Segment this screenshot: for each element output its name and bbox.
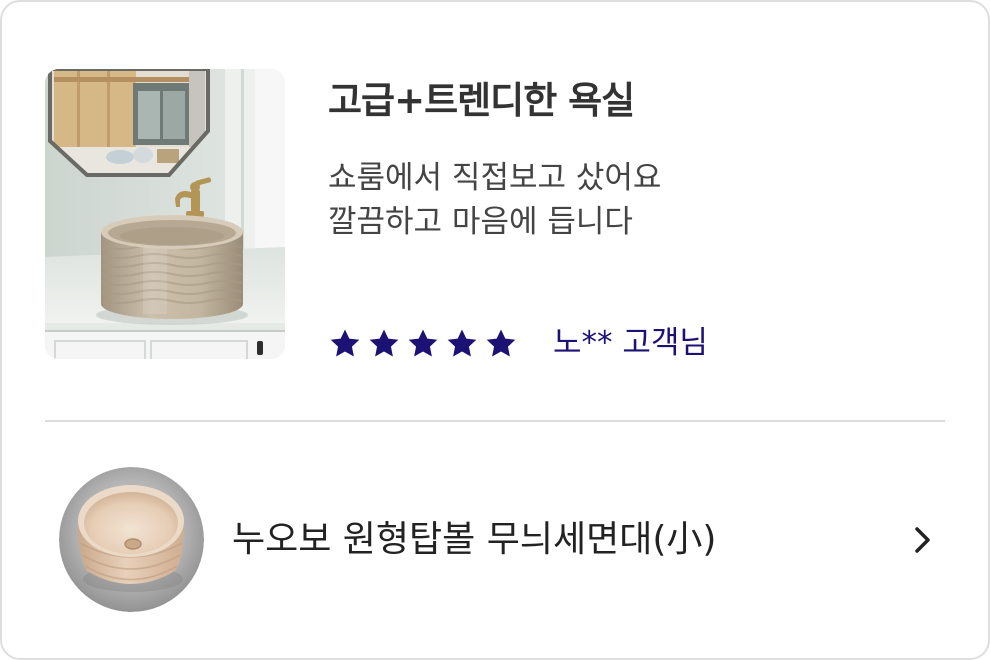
- reviewer-name: 노** 고객님: [553, 325, 708, 361]
- review-text-line: 쇼룸에서 직접보고 샀어요: [328, 160, 662, 196]
- divider: [45, 420, 945, 422]
- chevron-right-icon[interactable]: [912, 525, 934, 555]
- review-text-line: 깔끔하고 마음에 듭니다: [328, 204, 633, 240]
- round-basin-thumbnail: [59, 467, 204, 612]
- review-title: 고급+트렌디한 욕실: [328, 79, 635, 122]
- star-icon: [330, 329, 360, 357]
- review-text: 쇼룸에서 직접보고 샀어요 깔끔하고 마음에 듭니다: [328, 156, 661, 244]
- product-thumbnail[interactable]: [59, 467, 204, 612]
- review-photo[interactable]: [45, 69, 285, 359]
- bathroom-sink-photo: [45, 69, 285, 359]
- product-name[interactable]: 누오보 원형탑볼 무늬세면대(小): [232, 518, 716, 562]
- star-icon: [447, 329, 477, 357]
- star-icon: [369, 329, 399, 357]
- product-link-row[interactable]: 누오보 원형탑볼 무늬세면대(小): [45, 460, 945, 620]
- star-icon: [408, 329, 438, 357]
- star-rating: [328, 327, 518, 361]
- star-icon: [486, 329, 516, 357]
- review-card: 고급+트렌디한 욕실 쇼룸에서 직접보고 샀어요 깔끔하고 마음에 듭니다 노*…: [0, 0, 990, 660]
